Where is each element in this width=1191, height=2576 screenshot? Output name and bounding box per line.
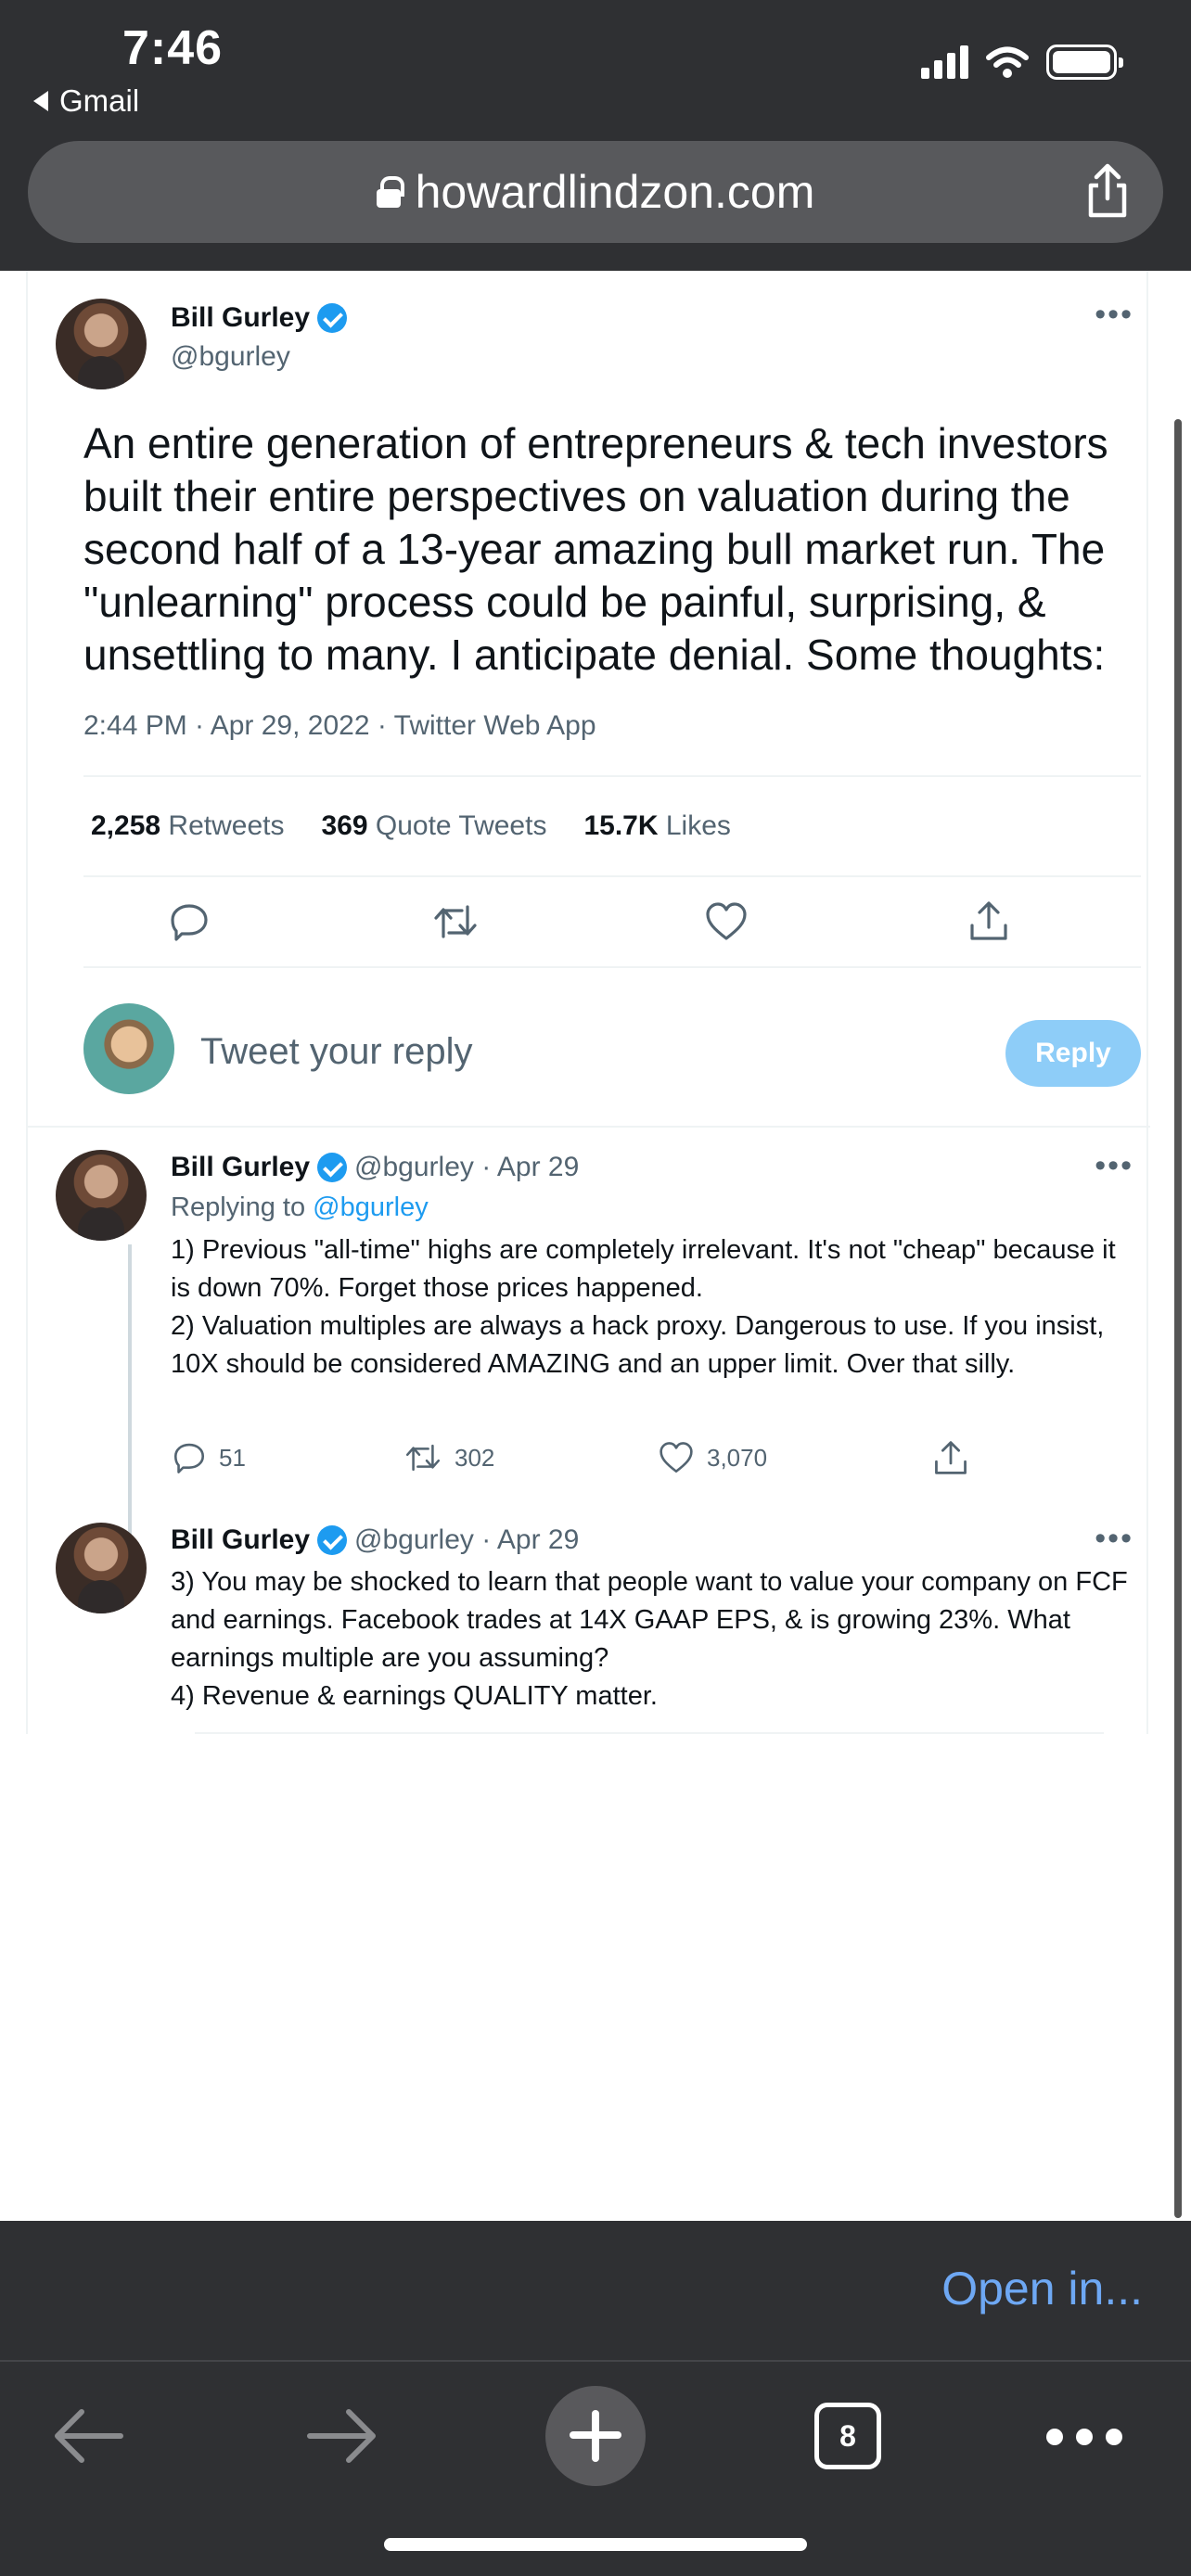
retweet-icon bbox=[405, 1444, 441, 1472]
current-user-avatar bbox=[83, 1003, 174, 1094]
author-avatar[interactable] bbox=[56, 299, 147, 389]
share-tweet-icon[interactable] bbox=[933, 1439, 968, 1476]
divider bbox=[28, 1126, 1150, 1128]
forward-arrow-icon[interactable] bbox=[304, 2406, 378, 2466]
verified-icon bbox=[317, 1153, 348, 1182]
home-indicator bbox=[384, 2538, 807, 2551]
tweet-card: Bill Gurley @bgurley ••• An entire gener… bbox=[26, 271, 1150, 1734]
status-time: 7:46 bbox=[122, 21, 224, 75]
reply-handle-date[interactable]: @bgurley · Apr 29 bbox=[354, 1524, 579, 1556]
author-name[interactable]: Bill Gurley bbox=[171, 302, 310, 334]
author-name-row[interactable]: Bill Gurley bbox=[171, 302, 348, 334]
more-icon[interactable]: ••• bbox=[1095, 1521, 1133, 1557]
reply-input[interactable]: Tweet your reply bbox=[200, 1031, 472, 1073]
reply-text: 1) Previous "all-time" highs are complet… bbox=[171, 1235, 1116, 1379]
share-icon[interactable] bbox=[1080, 161, 1135, 221]
reply-handle-date[interactable]: @bgurley · Apr 29 bbox=[354, 1152, 579, 1183]
tweet-meta[interactable]: 2:44 PM · Apr 29, 2022 · Twitter Web App bbox=[83, 710, 596, 742]
reply-like-action[interactable]: 3,070 bbox=[659, 1441, 767, 1474]
divider bbox=[83, 966, 1141, 968]
reply-avatar[interactable] bbox=[56, 1150, 147, 1241]
cellular-signal-icon bbox=[921, 45, 968, 79]
reply-header[interactable]: Bill Gurley @bgurley · Apr 29 bbox=[171, 1524, 579, 1556]
web-content: Bill Gurley @bgurley ••• An entire gener… bbox=[0, 271, 1191, 2221]
reply-reply-action[interactable]: 51 bbox=[173, 1441, 246, 1474]
more-icon[interactable]: ••• bbox=[1095, 1148, 1133, 1184]
reply-button[interactable]: Reply bbox=[1005, 1020, 1141, 1087]
likes-stat[interactable]: 15.7K Likes bbox=[583, 810, 730, 842]
status-icons bbox=[921, 45, 1123, 80]
more-icon[interactable]: ••• bbox=[1095, 297, 1133, 333]
reply-author[interactable]: Bill Gurley bbox=[171, 1524, 310, 1556]
browser-nav-bar: 8 bbox=[0, 2369, 1191, 2499]
open-in-button[interactable]: Open in... bbox=[941, 2262, 1143, 2315]
verified-icon bbox=[317, 303, 348, 333]
reply-text: 3) You may be shocked to learn that peop… bbox=[171, 1567, 1128, 1711]
reply-composer: Tweet your reply Reply bbox=[83, 1003, 1141, 1115]
back-app-label: Gmail bbox=[59, 83, 140, 118]
reply-retweet-action[interactable]: 302 bbox=[404, 1441, 494, 1474]
top-browser-chrome: 7:46 Gmail howardlindzon.com bbox=[0, 0, 1191, 271]
divider bbox=[0, 2360, 1191, 2362]
back-triangle-icon bbox=[33, 91, 48, 111]
tweet-text: An entire generation of entrepreneurs & … bbox=[83, 419, 1108, 679]
reply-avatar[interactable] bbox=[56, 1523, 147, 1613]
retweet-icon[interactable] bbox=[432, 901, 479, 942]
back-to-app[interactable]: Gmail bbox=[33, 83, 139, 119]
bottom-browser-chrome: Open in... 8 bbox=[0, 2221, 1191, 2576]
author-handle[interactable]: @bgurley bbox=[171, 341, 290, 373]
thread-connector bbox=[128, 1244, 132, 1550]
like-icon bbox=[660, 1442, 693, 1473]
replying-to-link[interactable]: @bgurley bbox=[313, 1192, 429, 1222]
url-text: howardlindzon.com bbox=[415, 166, 815, 218]
share-tweet-icon[interactable] bbox=[968, 899, 1009, 942]
reply-icon[interactable] bbox=[169, 901, 210, 942]
scrollbar[interactable] bbox=[1174, 419, 1182, 2218]
divider bbox=[83, 875, 1141, 877]
verified-icon bbox=[317, 1525, 348, 1555]
like-icon[interactable] bbox=[705, 901, 748, 942]
tabs-icon[interactable]: 8 bbox=[814, 2403, 881, 2469]
replying-to: Replying to @bgurley bbox=[171, 1192, 429, 1222]
reply-header[interactable]: Bill Gurley @bgurley · Apr 29 bbox=[171, 1152, 579, 1183]
back-arrow-icon[interactable] bbox=[52, 2406, 126, 2466]
reply-author[interactable]: Bill Gurley bbox=[171, 1152, 310, 1183]
new-tab-icon[interactable] bbox=[545, 2386, 646, 2486]
reply-icon bbox=[173, 1443, 205, 1473]
quotes-stat[interactable]: 369 Quote Tweets bbox=[321, 810, 546, 842]
address-bar[interactable]: howardlindzon.com bbox=[28, 141, 1163, 243]
divider bbox=[83, 775, 1141, 777]
divider bbox=[195, 1732, 1104, 1734]
battery-icon bbox=[1046, 45, 1123, 80]
more-menu-icon[interactable] bbox=[1046, 2429, 1122, 2445]
lock-icon bbox=[376, 176, 404, 208]
tweet-stats: 2,258 Retweets 369 Quote Tweets 15.7K Li… bbox=[91, 810, 731, 842]
wifi-icon bbox=[986, 46, 1029, 78]
retweets-stat[interactable]: 2,258 Retweets bbox=[91, 810, 284, 842]
